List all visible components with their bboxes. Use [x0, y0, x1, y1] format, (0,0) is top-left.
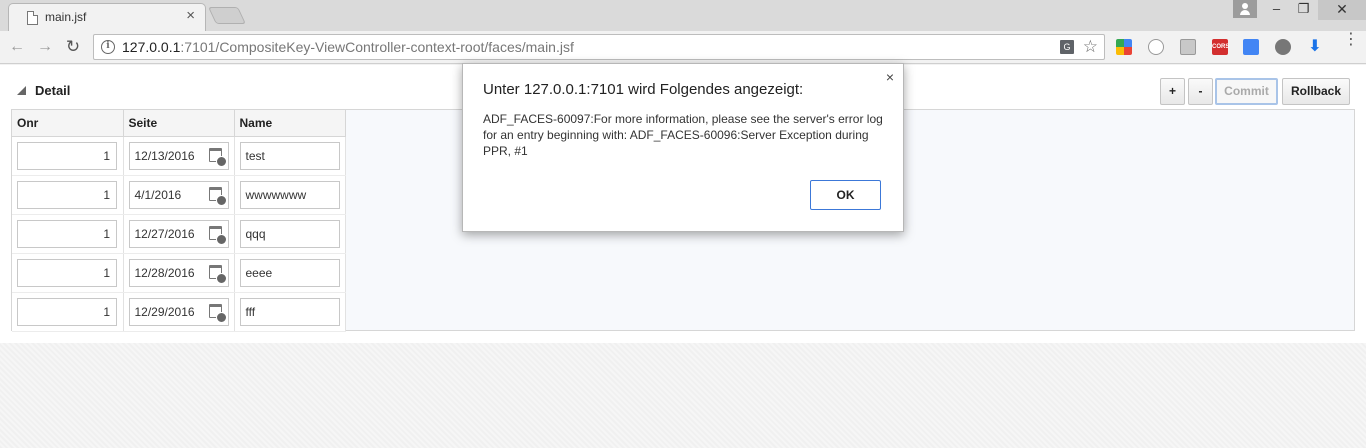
- table-header-row: Onr Seite Name: [12, 110, 346, 137]
- extension-circle-icon[interactable]: [1148, 39, 1164, 55]
- table-row[interactable]: 1 12/13/2016 test: [12, 136, 346, 176]
- seite-date-value: 12/28/2016: [134, 265, 195, 280]
- back-arrow-icon[interactable]: ←: [6, 37, 28, 57]
- tab-strip: main.jsf × – ❐ ✕: [0, 0, 1366, 31]
- info-icon[interactable]: i: [101, 40, 115, 54]
- new-tab-button[interactable]: [208, 7, 246, 24]
- extension-google-icon[interactable]: [1116, 39, 1132, 55]
- name-input[interactable]: eeee: [239, 258, 340, 287]
- url-text[interactable]: 127.0.0.1:7101/CompositeKey-ViewControll…: [122, 39, 574, 55]
- calendar-icon[interactable]: [208, 225, 227, 245]
- translate-icon[interactable]: G: [1060, 40, 1074, 54]
- user-profile-icon[interactable]: [1233, 0, 1257, 18]
- close-window-button[interactable]: ✕: [1318, 0, 1366, 20]
- rollback-button[interactable]: Rollback: [1282, 78, 1350, 105]
- ok-button[interactable]: OK: [810, 180, 881, 210]
- seite-date-value: 12/27/2016: [134, 226, 195, 241]
- bookmark-star-icon[interactable]: ☆: [1083, 37, 1098, 57]
- detail-table: Onr Seite Name 1 12/13/2016 test 1 4/1/2…: [12, 110, 346, 332]
- name-input[interactable]: wwwwwww: [239, 180, 340, 209]
- calendar-icon[interactable]: [208, 303, 227, 323]
- calendar-icon[interactable]: [208, 147, 227, 167]
- extension-film-icon[interactable]: [1275, 39, 1291, 55]
- add-row-button[interactable]: +: [1160, 78, 1185, 105]
- panel-title: Detail: [35, 83, 71, 98]
- extension-translate-icon[interactable]: [1243, 39, 1259, 55]
- extension-cors-icon[interactable]: CORS: [1212, 39, 1229, 55]
- name-input[interactable]: test: [239, 141, 340, 170]
- seite-date-input[interactable]: 12/29/2016: [128, 297, 229, 326]
- commit-button[interactable]: Commit: [1215, 78, 1278, 105]
- dialog-close-icon[interactable]: ×: [886, 69, 894, 85]
- seite-date-value: 12/29/2016: [134, 304, 195, 319]
- name-input[interactable]: qqq: [239, 219, 340, 248]
- file-icon: [27, 11, 38, 25]
- table-row[interactable]: 1 12/27/2016 qqq: [12, 214, 346, 254]
- url-host: 127.0.0.1: [122, 39, 181, 55]
- dialog-message: ADF_FACES-60097:For more information, pl…: [483, 112, 883, 158]
- table-row[interactable]: 1 12/29/2016 fff: [12, 292, 346, 332]
- name-input[interactable]: fff: [239, 297, 340, 326]
- seite-date-input[interactable]: 4/1/2016: [128, 180, 229, 209]
- extension-cube-icon[interactable]: [1180, 39, 1196, 55]
- page-background: [0, 343, 1366, 448]
- browser-tab[interactable]: main.jsf ×: [8, 3, 206, 31]
- dialog-title: Unter 127.0.0.1:7101 wird Folgendes ange…: [483, 81, 804, 98]
- delete-row-button[interactable]: -: [1188, 78, 1213, 105]
- tab-title: main.jsf: [45, 10, 87, 24]
- onr-input[interactable]: 1: [17, 297, 117, 326]
- url-path: :7101/CompositeKey-ViewController-contex…: [180, 39, 574, 55]
- onr-input[interactable]: 1: [17, 141, 117, 170]
- seite-date-value: 12/13/2016: [134, 148, 195, 163]
- column-header-name[interactable]: Name: [234, 110, 346, 137]
- seite-date-input[interactable]: 12/28/2016: [128, 258, 229, 287]
- extension-download-icon[interactable]: ⬇: [1307, 39, 1323, 55]
- seite-date-input[interactable]: 12/27/2016: [128, 219, 229, 248]
- forward-arrow-icon[interactable]: →: [34, 37, 56, 57]
- reload-icon[interactable]: ↻: [62, 37, 84, 57]
- seite-date-input[interactable]: 12/13/2016: [128, 141, 229, 170]
- alert-dialog: Unter 127.0.0.1:7101 wird Folgendes ange…: [462, 63, 904, 232]
- panel-header[interactable]: Detail: [17, 83, 70, 98]
- address-bar[interactable]: i 127.0.0.1:7101/CompositeKey-ViewContro…: [93, 34, 1105, 60]
- onr-input[interactable]: 1: [17, 180, 117, 209]
- onr-input[interactable]: 1: [17, 258, 117, 287]
- column-header-seite[interactable]: Seite: [123, 110, 235, 137]
- disclosure-triangle-icon[interactable]: [17, 86, 26, 95]
- calendar-icon[interactable]: [208, 264, 227, 284]
- table-row[interactable]: 1 12/28/2016 eeee: [12, 253, 346, 293]
- calendar-icon[interactable]: [208, 186, 227, 206]
- onr-input[interactable]: 1: [17, 219, 117, 248]
- tab-close-icon[interactable]: ×: [186, 8, 195, 24]
- column-header-onr[interactable]: Onr: [12, 110, 124, 137]
- browser-menu-icon[interactable]: ⋮: [1343, 32, 1359, 48]
- table-row[interactable]: 1 4/1/2016 wwwwwww: [12, 175, 346, 215]
- seite-date-value: 4/1/2016: [134, 187, 182, 202]
- minimize-button[interactable]: –: [1263, 0, 1290, 20]
- maximize-button[interactable]: ❐: [1290, 0, 1317, 20]
